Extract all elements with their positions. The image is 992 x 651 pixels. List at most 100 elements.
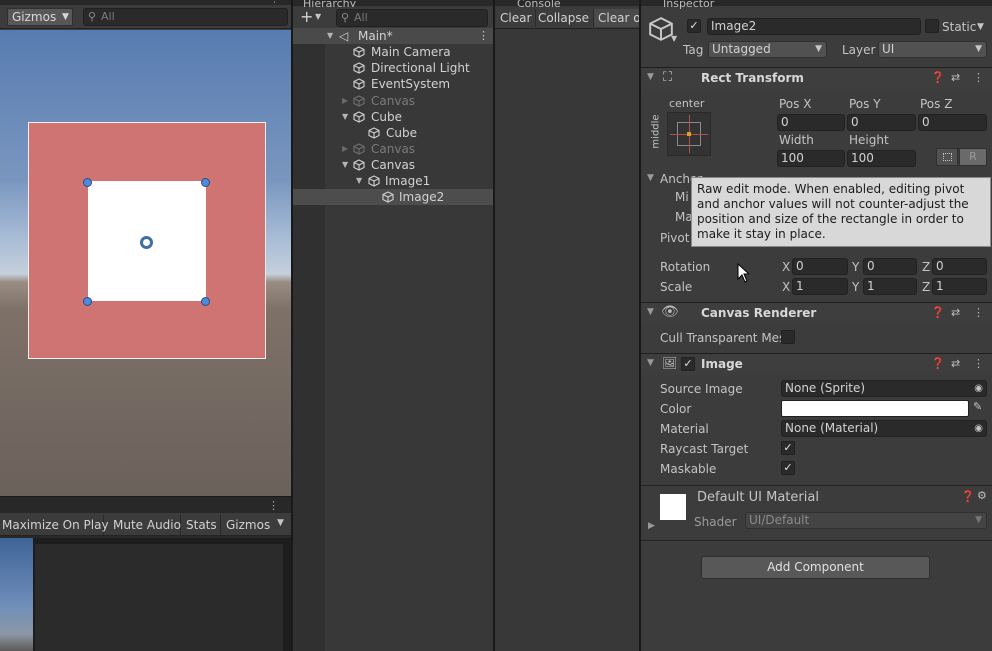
divider [641,540,992,541]
inspector-tab[interactable]: Inspector [663,0,714,10]
fold-arrow-icon[interactable]: ▶ [342,141,348,157]
rect-handle-bottom-right[interactable] [201,297,210,306]
mute-audio-button[interactable]: Mute Audio [111,515,181,535]
rotation-y-input[interactable]: 0 [863,258,917,275]
chevron-down-icon[interactable]: ▼ [62,9,69,25]
preset-icon[interactable]: ⇄ [951,306,960,319]
shader-dropdown[interactable]: UI/Default ▼ [745,512,987,529]
fold-arrow-icon[interactable]: ▼ [342,109,348,125]
more-options-icon[interactable]: ⋮ [268,499,279,512]
gameobject-cube-icon [353,62,365,74]
add-icon[interactable]: + [300,7,313,27]
blueprint-mode-button[interactable] [936,148,958,166]
help-icon[interactable]: ❓ [931,306,945,319]
add-component-button[interactable]: Add Component [701,556,930,579]
hierarchy-item-canvas[interactable]: ▶ Canvas [293,141,493,157]
game-gizmos-button[interactable]: Gizmos [224,515,272,535]
eyedropper-icon[interactable]: ✎ [973,400,982,413]
clear-button[interactable]: Clear [496,9,537,27]
static-checkbox[interactable] [925,19,939,33]
height-input[interactable]: 100 [847,150,916,167]
pos-z-input[interactable]: 0 [918,114,987,131]
fold-arrow-icon[interactable]: ▼ [342,157,348,173]
gear-icon[interactable]: ⚙ [977,489,987,502]
gameobject-cube-icon [353,46,365,58]
scale-x-input[interactable]: 1 [792,278,848,295]
fold-arrow-icon[interactable]: ▶ [648,521,655,531]
scale-y-label: Y [852,280,860,294]
stats-button[interactable]: Stats [184,515,221,535]
canvas-renderer-header[interactable]: ▼ 👁 Canvas Renderer ❓ ⇄ ⋮ [641,302,992,324]
raw-edit-button[interactable]: R [959,148,987,166]
object-name-input[interactable]: Image2 [707,18,921,35]
rect-transform-header[interactable]: ▼ ⛶ Rect Transform ❓ ⇄ ⋮ [641,67,992,89]
pivot-label: Pivot [660,231,690,245]
rotation-x-input[interactable]: 0 [792,258,848,275]
rect-handle-top-right[interactable] [201,178,210,187]
fold-arrow-icon[interactable]: ▶ [342,93,348,109]
help-icon[interactable]: ❓ [961,490,975,503]
more-options-icon[interactable]: ⋮ [478,28,489,44]
fold-arrow-icon[interactable]: ▼ [647,307,654,317]
image-component-header[interactable]: ▼ 🖼 ✓ Image ❓ ⇄ ⋮ [641,353,992,375]
preset-icon[interactable]: ⇄ [951,357,960,370]
help-icon[interactable]: ❓ [931,357,945,370]
more-options-icon[interactable]: ⋮ [973,306,984,319]
tag-dropdown[interactable]: Untagged ▼ [708,41,827,58]
hierarchy-item-main-camera[interactable]: Main Camera [293,44,493,60]
object-picker-icon[interactable]: ◉ [974,421,983,436]
chevron-down-icon[interactable]: ▼ [315,12,321,21]
hierarchy-search-input[interactable]: ⚲ All [336,9,488,27]
scene-view[interactable]: ⋮ Gizmos ▼ ⚲ All [0,0,291,496]
fold-arrow-icon[interactable]: ▼ [647,173,654,183]
hierarchy-item-eventsystem[interactable]: EventSystem [293,76,493,92]
fold-arrow-icon[interactable]: ▼ [327,28,333,44]
image-enabled-checkbox[interactable]: ✓ [681,357,695,371]
chevron-down-icon[interactable]: ▼ [671,34,677,43]
hierarchy-item-image1[interactable]: ▼ Image1 [293,173,493,189]
hierarchy-item-directional-light[interactable]: Directional Light [293,60,493,76]
rotation-z-input[interactable]: 0 [932,258,987,275]
active-checkbox[interactable]: ✓ [687,19,701,33]
chevron-down-icon[interactable]: ▼ [977,22,984,32]
more-options-icon[interactable]: ⋮ [973,71,984,84]
hierarchy-item-label: Directional Light [371,61,470,75]
rect-handle-bottom-left[interactable] [83,297,92,306]
pos-y-input[interactable]: 0 [847,114,916,131]
scene-search-input[interactable]: ⚲ All [83,8,288,26]
hierarchy-item-canvas-active[interactable]: ▼ Canvas [293,157,493,173]
pos-x-input[interactable]: 0 [777,114,845,131]
hierarchy-item-image2[interactable]: Image2 [293,189,493,205]
scene-row-main[interactable]: ▼ ◁ Main* ⋮ [293,28,493,44]
collapse-button[interactable]: Collapse [534,9,594,27]
hierarchy-item-canvas[interactable]: ▶ Canvas [293,93,493,109]
maskable-checkbox[interactable]: ✓ [781,461,795,475]
rect-handle-top-left[interactable] [83,178,92,187]
maximize-on-play-button[interactable]: Maximize On Play [0,515,109,535]
scale-z-input[interactable]: 1 [932,278,987,295]
material-field[interactable]: None (Material) ◉ [781,420,987,437]
pivot-handle-icon[interactable] [140,236,153,249]
fold-arrow-icon[interactable]: ▼ [356,173,362,189]
fold-arrow-icon[interactable]: ▼ [647,358,654,368]
rect-transform-icon: ⛶ [663,70,673,85]
preset-icon[interactable]: ⇄ [951,71,960,84]
help-icon[interactable]: ❓ [931,71,945,84]
source-image-field[interactable]: None (Sprite) ◉ [781,380,987,397]
gizmos-button[interactable]: Gizmos ▼ [7,8,73,26]
fold-arrow-icon[interactable]: ▼ [647,72,654,82]
more-options-icon[interactable]: ⋮ [973,357,984,370]
scale-y-input[interactable]: 1 [863,278,917,295]
anchor-preset-button[interactable] [667,112,711,156]
chevron-down-icon[interactable]: ▼ [277,518,284,528]
object-picker-icon[interactable]: ◉ [974,381,983,396]
hierarchy-item-cube[interactable]: ▼ Cube [293,109,493,125]
layer-dropdown[interactable]: UI ▼ [878,41,987,58]
hierarchy-item-cube-child[interactable]: Cube [293,125,493,141]
divider [641,485,992,486]
clear-on-play-button[interactable]: Clear o [594,9,645,27]
color-field[interactable] [781,400,969,417]
width-input[interactable]: 100 [777,150,845,167]
cull-transparent-checkbox[interactable] [781,330,795,344]
raycast-target-checkbox[interactable]: ✓ [781,441,795,455]
